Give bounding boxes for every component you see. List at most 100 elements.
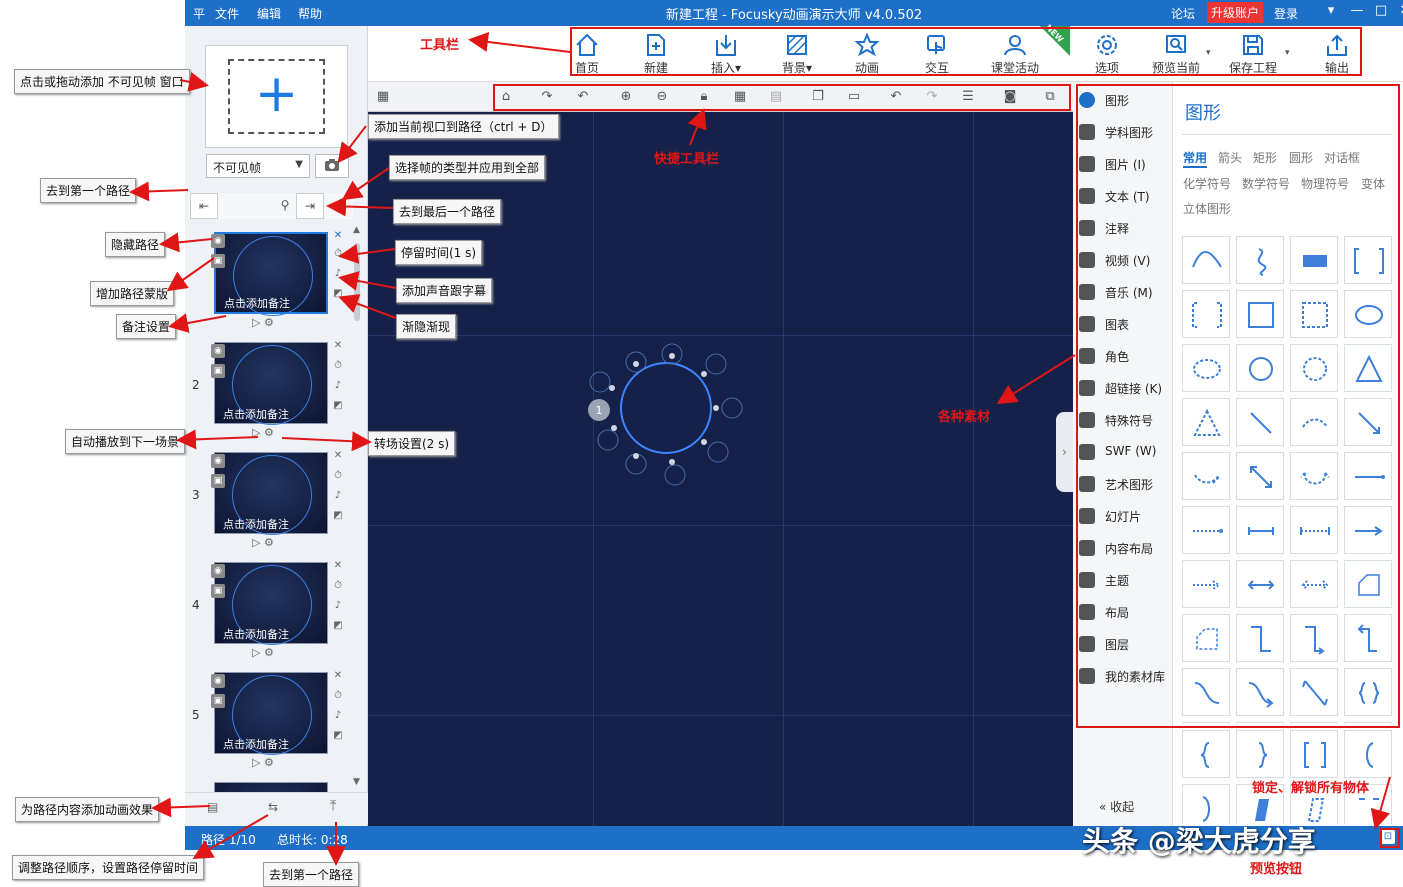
eye-icon[interactable]: ◉	[211, 454, 225, 468]
timer-icon[interactable]: ⏱	[332, 360, 344, 374]
restore-icon[interactable]: ▾	[1321, 3, 1341, 23]
close-icon[interactable]: ✕	[332, 450, 344, 464]
quickbar-highlight	[493, 84, 1071, 111]
fade-icon[interactable]: ◩	[332, 400, 344, 414]
close-icon[interactable]: ✕	[332, 560, 344, 574]
slide-thumbnail[interactable]: 点击添加备注	[214, 672, 328, 755]
fade-icon[interactable]: ◩	[332, 510, 344, 524]
slide-thumbnail[interactable]	[214, 782, 328, 792]
last-path-button[interactable]: ⇥	[296, 193, 324, 219]
timer-icon[interactable]: ⏱	[332, 248, 344, 262]
mask-icon[interactable]: ▣	[211, 694, 225, 708]
label-quickbar: 快捷工具栏	[654, 152, 720, 167]
mask-icon[interactable]: ▣	[211, 584, 225, 598]
eye-icon[interactable]: ◉	[211, 344, 225, 358]
callout-first-path: 去到第一个路径	[40, 178, 137, 203]
upgrade-button[interactable]: 升级账户	[1207, 2, 1264, 23]
close-icon[interactable]: ✕	[332, 230, 344, 244]
mask-icon[interactable]: ▣	[211, 364, 225, 378]
first-path-button[interactable]: ⇤	[190, 193, 218, 219]
slide-item[interactable]: 3 点击添加备注 ◉ ▣ ✕ ⏱ ♪ ◩ ▷ ⚙	[192, 450, 343, 554]
close-icon[interactable]: ✕	[332, 670, 344, 684]
fade-icon[interactable]: ◩	[332, 288, 344, 302]
autoplay-icon[interactable]: ▷	[252, 536, 260, 549]
mask-icon[interactable]: ▣	[211, 254, 225, 268]
slide-thumbnail[interactable]: 点击添加备注	[214, 562, 328, 645]
title-bar: 平 文件 编辑 帮助 新建工程 - Focusky动画演示大师 v4.0.502…	[185, 0, 1403, 26]
editor-canvas[interactable]: 1	[368, 82, 1073, 826]
microphone-icon[interactable]: ♪	[332, 380, 344, 394]
shape-tile[interactable]	[1344, 730, 1392, 778]
slide-thumbnail[interactable]: 点击添加备注	[214, 452, 328, 535]
autoplay-icon[interactable]: ▷	[252, 756, 260, 769]
close-icon[interactable]: ✕	[332, 340, 344, 354]
apply-all-icon: ⧉	[337, 198, 347, 212]
forum-link[interactable]: 论坛	[1171, 5, 1195, 22]
slide-note[interactable]: 点击添加备注	[223, 516, 289, 532]
add-invisible-frame-box[interactable]: +	[205, 45, 348, 148]
transition-gear-icon[interactable]: ⚙	[264, 316, 274, 329]
slide-note[interactable]: 点击添加备注	[223, 626, 289, 642]
microphone-icon[interactable]: ♪	[332, 268, 344, 282]
timer-icon[interactable]: ⏱	[332, 470, 344, 484]
slide-thumbnail[interactable]: 点击添加备注	[214, 232, 328, 316]
transition-gear-icon[interactable]: ⚙	[264, 756, 274, 769]
slide-note[interactable]: 点击添加备注	[223, 406, 289, 422]
slide-item[interactable]: 2 点击添加备注 ◉ ▣ ✕ ⏱ ♪ ◩ ▷ ⚙	[192, 340, 343, 444]
shape-tile[interactable]	[1182, 784, 1230, 824]
slide-note[interactable]: 点击添加备注	[223, 736, 289, 752]
callout-add-view: 添加当前视口到路径（ctrl + D）	[368, 114, 559, 139]
scroll-down-icon[interactable]: ▼	[353, 777, 360, 787]
slide-item[interactable]: ✕	[212, 780, 330, 792]
transition-gear-icon[interactable]: ⚙	[264, 646, 274, 659]
shape-tile[interactable]	[1290, 730, 1338, 778]
expand-panel-handle[interactable]: ›	[1056, 412, 1073, 492]
callout-transition: 转场设置(2 s)	[368, 431, 456, 456]
microphone-icon[interactable]: ♪	[332, 600, 344, 614]
login-link[interactable]: 登录	[1274, 5, 1298, 22]
scroll-up-icon[interactable]: ▲	[353, 225, 360, 235]
collapse-button[interactable]: « 收起	[1099, 798, 1134, 815]
frame-type-apply-button[interactable]: ⧉	[328, 193, 356, 219]
mask-icon[interactable]: ▣	[211, 474, 225, 488]
slide-note[interactable]: 点击添加备注	[224, 295, 290, 311]
slide-item[interactable]: 点击添加备注 ◉ ▣ ✕ ⏱ ♪ ◩ ▷ ⚙	[211, 230, 343, 334]
maximize-icon[interactable]: □	[1371, 3, 1391, 23]
transition-gear-icon[interactable]: ⚙	[264, 426, 274, 439]
minimize-icon[interactable]: —	[1347, 3, 1367, 23]
eye-icon[interactable]: ◉	[211, 234, 225, 248]
close-icon[interactable]: ✕	[1395, 3, 1403, 23]
timer-icon[interactable]: ⏱	[332, 690, 344, 704]
slide-number: 4	[192, 598, 200, 612]
timer-icon[interactable]: ⏱	[332, 580, 344, 594]
shape-tile[interactable]	[1182, 730, 1230, 778]
scroll-thumb[interactable]	[354, 243, 360, 321]
slide-item[interactable]: 4 点击添加备注 ◉ ▣ ✕ ⏱ ♪ ◩ ▷ ⚙	[192, 560, 343, 664]
autoplay-icon[interactable]: ▷	[252, 646, 260, 659]
autoplay-icon[interactable]: ▷	[252, 426, 260, 439]
to-top-icon[interactable]: ⤒	[330, 798, 336, 814]
microphone-icon[interactable]: ♪	[332, 490, 344, 504]
ruler-icon[interactable]: ▦	[374, 88, 392, 106]
eye-icon[interactable]: ◉	[211, 564, 225, 578]
shape-tile[interactable]	[1236, 730, 1284, 778]
slide-item[interactable]: 5 点击添加备注 ◉ ▣ ✕ ⏱ ♪ ◩ ▷ ⚙	[192, 670, 343, 774]
fade-icon[interactable]: ◩	[332, 730, 344, 744]
search-path-button[interactable]: ⚲	[271, 193, 299, 219]
slide-number: 3	[192, 488, 200, 502]
path-counter: 路径 1/10	[201, 833, 256, 847]
eye-icon[interactable]: ◉	[211, 674, 225, 688]
add-view-camera-button[interactable]	[315, 154, 349, 178]
callout-first-path-2: 去到第一个路径	[263, 862, 360, 887]
frame-type-select[interactable]: 不可见帧 ▼	[206, 154, 310, 178]
path-circle-group[interactable]: 1	[578, 340, 753, 495]
slide-scrollbar[interactable]: ▲ ▼	[352, 225, 362, 790]
path-animation-icon[interactable]: ▤	[207, 800, 218, 814]
fade-icon[interactable]: ◩	[332, 620, 344, 634]
reorder-path-icon[interactable]: ⇆	[268, 800, 278, 814]
grid-line	[368, 335, 1073, 336]
transition-gear-icon[interactable]: ⚙	[264, 536, 274, 549]
microphone-icon[interactable]: ♪	[332, 710, 344, 724]
autoplay-icon[interactable]: ▷	[252, 316, 260, 329]
slide-thumbnail[interactable]: 点击添加备注	[214, 342, 328, 425]
